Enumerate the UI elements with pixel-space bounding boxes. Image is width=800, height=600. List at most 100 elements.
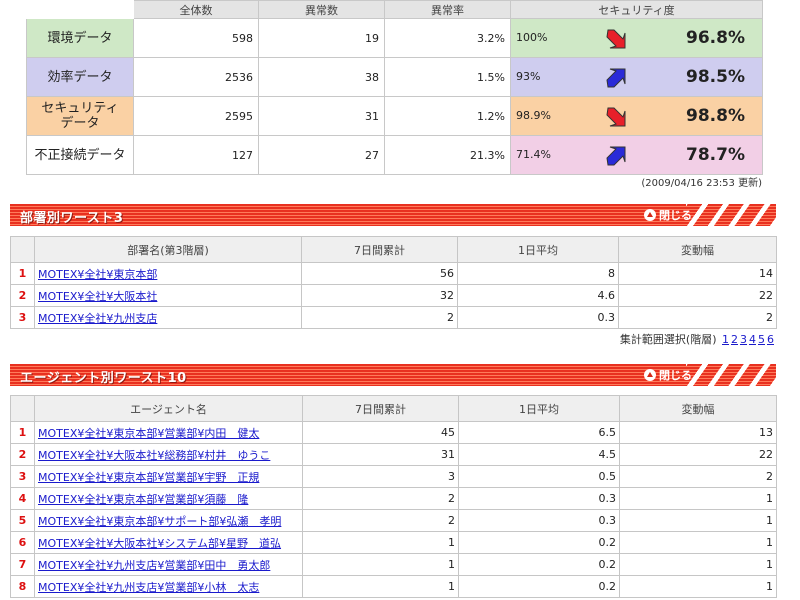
- summary-header-blank: [26, 0, 134, 19]
- daily-average: 0.3: [458, 509, 620, 532]
- dept-header-range: 変動幅: [618, 236, 777, 263]
- summary-row: 環境データ 598 19 3.2% 100% 96.8%: [26, 18, 763, 58]
- security-cell-inner: 100% 96.8%: [511, 19, 762, 57]
- dept-header-avg: 1日平均: [457, 236, 619, 263]
- name-link[interactable]: MOTEX¥全社¥九州支店¥営業部¥田中 勇太郎: [38, 559, 270, 572]
- range-level-link[interactable]: 2: [731, 333, 738, 346]
- agent-header-avg: 1日平均: [458, 395, 620, 422]
- agent-row: 1 MOTEX¥全社¥東京本部¥営業部¥内田 健太 45 6.5 13: [10, 421, 777, 444]
- cumulative-7day: 3: [302, 465, 459, 488]
- summary-header-row: 全体数 異常数 異常率 セキュリティ度: [26, 0, 763, 19]
- range-level-link[interactable]: 4: [749, 333, 756, 346]
- security-level-value: 98.5%: [686, 67, 745, 87]
- security-cell-inner: 93% 98.5%: [511, 58, 762, 96]
- dept-header-name: 部署名(第3階層): [34, 236, 302, 263]
- dept-row: 3 MOTEX¥全社¥九州支店 2 0.3 2: [10, 306, 777, 329]
- name-link[interactable]: MOTEX¥全社¥大阪本社¥総務部¥村井 ゆうこ: [38, 449, 270, 462]
- name-link[interactable]: MOTEX¥全社¥九州支店: [38, 312, 157, 325]
- abnormal-count: 38: [258, 57, 385, 97]
- name-cell: MOTEX¥全社¥東京本部¥サポート部¥弘瀬 孝明: [34, 509, 303, 532]
- range-level-links: 123456: [720, 333, 774, 346]
- category-name: 環境データ: [26, 18, 134, 58]
- name-cell: MOTEX¥全社¥東京本部¥営業部¥須藤 隆: [34, 487, 303, 510]
- summary-header-abnormal: 異常数: [258, 0, 385, 19]
- dept-header-row: 部署名(第3階層) 7日間累計 1日平均 変動幅: [10, 236, 777, 263]
- name-link[interactable]: MOTEX¥全社¥九州支店¥営業部¥小林 太志: [38, 581, 259, 594]
- name-cell: MOTEX¥全社¥九州支店¥営業部¥田中 勇太郎: [34, 553, 303, 576]
- total-count: 598: [133, 18, 259, 58]
- name-link[interactable]: MOTEX¥全社¥東京本部¥営業部¥宇野 正規: [38, 471, 259, 484]
- trend-down-arrow-icon: [605, 106, 627, 128]
- agent-panel-title: エージェント別ワースト10: [20, 371, 187, 386]
- name-link[interactable]: MOTEX¥全社¥大阪本社: [38, 290, 157, 303]
- cumulative-7day: 32: [301, 284, 458, 307]
- range-level-link[interactable]: 1: [722, 333, 729, 346]
- range-label: 集計範囲選択(階層): [619, 333, 717, 346]
- daily-average: 0.3: [457, 306, 619, 329]
- agent-row: 5 MOTEX¥全社¥東京本部¥サポート部¥弘瀬 孝明 2 0.3 1: [10, 509, 777, 532]
- category-name: セキュリティ データ: [26, 96, 134, 136]
- previous-security-value: 98.9%: [516, 109, 551, 122]
- fluctuation-range: 1: [619, 531, 777, 554]
- agent-header-range: 変動幅: [619, 395, 777, 422]
- previous-security-value: 93%: [516, 70, 541, 83]
- daily-average: 4.6: [457, 284, 619, 307]
- agent-row: 3 MOTEX¥全社¥東京本部¥営業部¥宇野 正規 3 0.5 2: [10, 465, 777, 488]
- name-cell: MOTEX¥全社¥大阪本社¥システム部¥星野 道弘: [34, 531, 303, 554]
- agent-row: 4 MOTEX¥全社¥東京本部¥営業部¥須藤 隆 2 0.3 1: [10, 487, 777, 510]
- name-link[interactable]: MOTEX¥全社¥東京本部¥サポート部¥弘瀬 孝明: [38, 515, 281, 528]
- agent-header-row: エージェント名 7日間累計 1日平均 変動幅: [10, 395, 777, 422]
- name-link[interactable]: MOTEX¥全社¥大阪本社¥システム部¥星野 道弘: [38, 537, 281, 550]
- dept-close-button[interactable]: 閉じる: [644, 207, 692, 223]
- security-cell: 93% 98.5%: [510, 57, 763, 97]
- range-level-link[interactable]: 5: [758, 333, 765, 346]
- dept-close-label: 閉じる: [659, 209, 692, 222]
- dept-panel-title: 部署別ワースト3: [20, 211, 124, 226]
- security-cell: 100% 96.8%: [510, 18, 763, 58]
- rank-number: 3: [10, 465, 35, 488]
- abnormal-rate: 3.2%: [384, 18, 511, 58]
- dept-header-cumulative: 7日間累計: [301, 236, 458, 263]
- fluctuation-range: 13: [619, 421, 777, 444]
- close-circle-icon: [644, 369, 656, 381]
- previous-security-value: 100%: [516, 31, 548, 44]
- name-link[interactable]: MOTEX¥全社¥東京本部¥営業部¥内田 健太: [38, 427, 259, 440]
- summary-row: セキュリティ データ 2595 31 1.2% 98.9% 98.8%: [26, 96, 763, 136]
- agent-header-cumulative: 7日間累計: [302, 395, 459, 422]
- total-count: 2536: [133, 57, 259, 97]
- range-level-link[interactable]: 6: [767, 333, 774, 346]
- security-level-value: 96.8%: [686, 28, 745, 48]
- cumulative-7day: 2: [301, 306, 458, 329]
- agent-header-name: エージェント名: [34, 395, 303, 422]
- aggregation-range-selector: 集計範囲選択(階層) 123456: [620, 331, 774, 347]
- security-cell: 98.9% 98.8%: [510, 96, 763, 136]
- abnormal-count: 31: [258, 96, 385, 136]
- abnormal-rate: 1.2%: [384, 96, 511, 136]
- fluctuation-range: 1: [619, 509, 777, 532]
- trend-down-arrow-icon: [605, 28, 627, 50]
- rank-number: 4: [10, 487, 35, 510]
- fluctuation-range: 14: [618, 262, 777, 285]
- category-name-line: 効率データ: [47, 69, 113, 85]
- rank-number: 1: [10, 262, 35, 285]
- cumulative-7day: 1: [302, 531, 459, 554]
- cumulative-7day: 2: [302, 487, 459, 510]
- dept-worst-table: 部署名(第3階層) 7日間累計 1日平均 変動幅 1 MOTEX¥全社¥東京本部 5…: [10, 236, 777, 329]
- agent-close-button[interactable]: 閉じる: [644, 367, 692, 383]
- security-level-value: 78.7%: [686, 145, 745, 165]
- rank-number: 7: [10, 553, 35, 576]
- name-link[interactable]: MOTEX¥全社¥東京本部: [38, 268, 157, 281]
- daily-average: 0.2: [458, 575, 620, 598]
- rank-number: 8: [10, 575, 35, 598]
- fluctuation-range: 1: [619, 487, 777, 510]
- total-count: 2595: [133, 96, 259, 136]
- security-cell-inner: 98.9% 98.8%: [511, 97, 762, 135]
- name-link[interactable]: MOTEX¥全社¥東京本部¥営業部¥須藤 隆: [38, 493, 248, 506]
- category-name-line: データ: [60, 116, 100, 131]
- fluctuation-range: 2: [619, 465, 777, 488]
- daily-average: 8: [457, 262, 619, 285]
- range-level-link[interactable]: 3: [740, 333, 747, 346]
- dept-panel-header: 部署別ワースト3 閉じる: [10, 204, 776, 226]
- name-cell: MOTEX¥全社¥東京本部: [34, 262, 302, 285]
- cumulative-7day: 2: [302, 509, 459, 532]
